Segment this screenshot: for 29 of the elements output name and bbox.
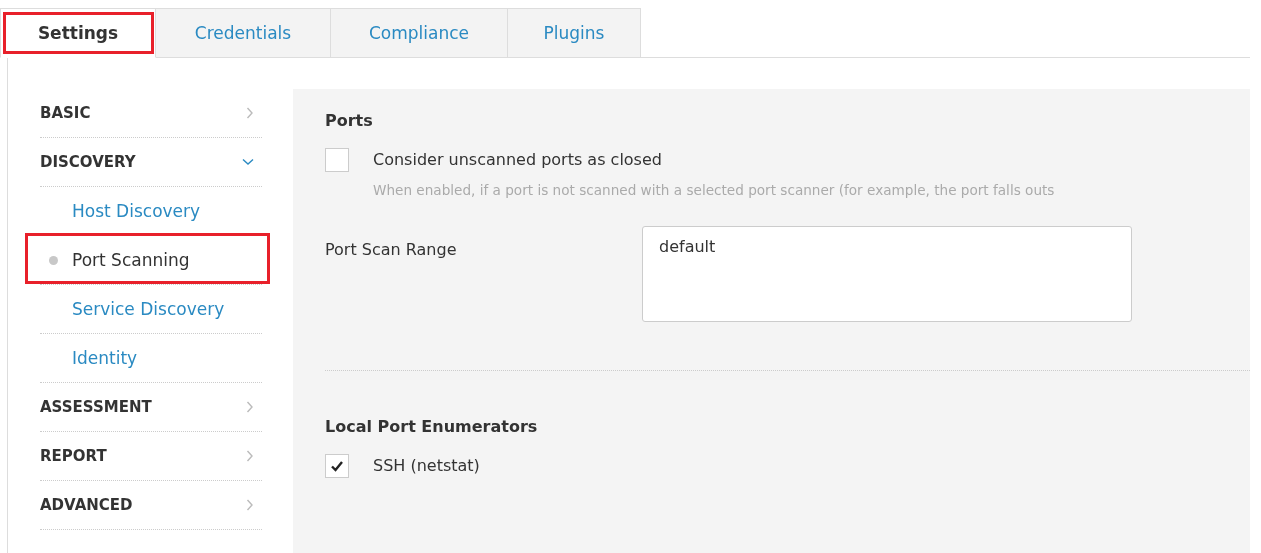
- chevron-right-icon: [246, 401, 254, 413]
- text-area[interactable]: default: [642, 226, 1132, 322]
- chevron-right-icon: [246, 450, 254, 462]
- section-heading: Local Port Enumerators: [325, 417, 539, 436]
- sidebar-item[interactable]: Service Discovery: [40, 285, 262, 334]
- checkbox-label: Consider unscanned ports as closed: [373, 149, 663, 171]
- sidebar-item[interactable]: Identity: [40, 334, 262, 383]
- section-heading: Ports: [325, 111, 374, 130]
- chevron-right-icon: [246, 107, 254, 119]
- sidebar-section[interactable]: ADVANCED: [40, 481, 262, 530]
- checkbox-label: SSH (netstat): [373, 455, 480, 477]
- sidebar-item[interactable]: Port Scanning: [40, 236, 262, 285]
- tab[interactable]: Credentials: [156, 8, 331, 58]
- checkbox[interactable]: [325, 148, 349, 172]
- sidebar-section[interactable]: REPORT: [40, 432, 262, 481]
- bullet-icon: [49, 255, 58, 265]
- checkbox[interactable]: [325, 454, 349, 478]
- field-label: Port Scan Range: [325, 239, 458, 259]
- sidebar-section[interactable]: DISCOVERY: [40, 138, 262, 187]
- chevron-down-icon: [242, 158, 254, 166]
- check-icon: [330, 460, 344, 472]
- sidebar-section[interactable]: ASSESSMENT: [40, 383, 262, 432]
- chevron-right-icon: [246, 499, 254, 511]
- sidebar-section[interactable]: BASIC: [40, 89, 262, 138]
- tab[interactable]: Compliance: [331, 8, 508, 58]
- tab[interactable]: Settings: [0, 8, 156, 58]
- tab[interactable]: Plugins: [508, 8, 641, 58]
- help-text: When enabled, if a port is not scanned with a selected port scanner (for example, the port falls outs: [373, 182, 1055, 198]
- sidebar-item[interactable]: Host Discovery: [40, 187, 262, 236]
